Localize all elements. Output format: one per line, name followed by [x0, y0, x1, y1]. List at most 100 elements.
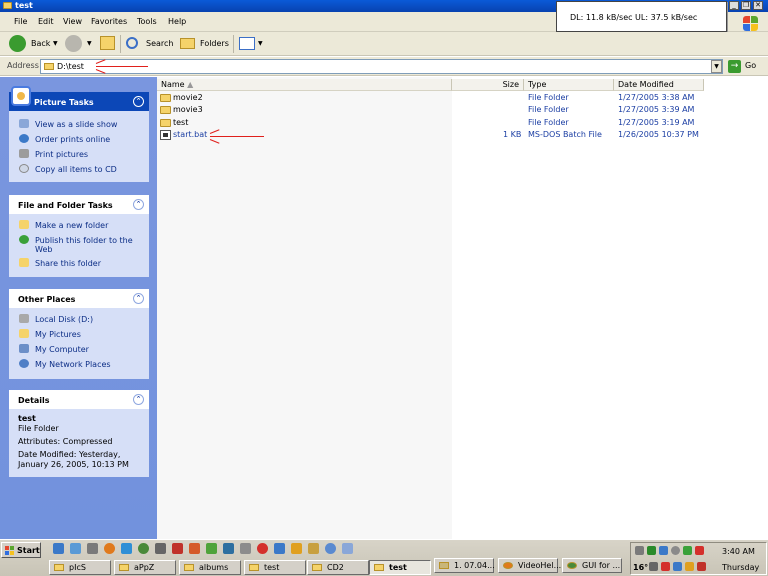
quicklaunch-icon[interactable]: [240, 543, 251, 554]
taskbar-button[interactable]: GUI for ...: [562, 558, 622, 573]
tray-icon[interactable]: [661, 562, 670, 571]
quicklaunch-icon[interactable]: [172, 543, 183, 554]
quicklaunch-icon[interactable]: [291, 543, 302, 554]
other-places-header[interactable]: Other Places ⌃: [9, 289, 149, 308]
file-list[interactable]: Name ▲ Size Type Date Modified movie2 Fi…: [157, 77, 768, 539]
annotation-arrow: [96, 66, 148, 67]
back-button[interactable]: Back ▼: [9, 35, 61, 53]
disk-icon: [19, 314, 29, 323]
my-pictures-link[interactable]: My Pictures: [19, 329, 81, 339]
minimize-button[interactable]: _: [729, 1, 739, 10]
quicklaunch-icon[interactable]: [206, 543, 217, 554]
tray-icon[interactable]: [673, 562, 682, 571]
other-places-panel: Other Places ⌃ Local Disk (D:) My Pictur…: [9, 289, 149, 379]
folder-icon: [160, 119, 171, 127]
quicklaunch-icon[interactable]: [155, 543, 166, 554]
publish-folder-link-cont[interactable]: Web: [35, 245, 52, 254]
details-attributes: Attributes: Compressed: [18, 437, 113, 446]
quicklaunch-icon[interactable]: [325, 543, 336, 554]
menu-view[interactable]: View: [63, 17, 82, 26]
column-type[interactable]: Type: [524, 79, 614, 91]
taskbar-button[interactable]: albums: [179, 560, 241, 575]
column-name[interactable]: Name ▲: [157, 79, 452, 91]
my-network-places-link[interactable]: My Network Places: [19, 359, 111, 369]
quicklaunch-icon[interactable]: [223, 543, 234, 554]
quicklaunch-icon[interactable]: [189, 543, 200, 554]
taskbar-button[interactable]: aPpZ: [114, 560, 176, 575]
file-row[interactable]: test File Folder 1/27/2005 3:19 AM: [157, 117, 768, 129]
taskbar-button[interactable]: test: [244, 560, 306, 575]
address-label: Address: [7, 61, 39, 70]
tray-icon[interactable]: [697, 562, 706, 571]
address-dropdown-button[interactable]: ▼: [711, 60, 722, 73]
quicklaunch-icon[interactable]: [53, 543, 64, 554]
taskbar: Start 1. 07.04... VideoHel... GUI for ..…: [0, 539, 768, 576]
tray-icon[interactable]: [635, 546, 644, 555]
my-computer-link[interactable]: My Computer: [19, 344, 89, 354]
clock[interactable]: 3:40 AM: [722, 547, 755, 556]
tray-icon[interactable]: [659, 546, 668, 555]
quicklaunch-icon[interactable]: [257, 543, 268, 554]
print-pictures-link[interactable]: Print pictures: [19, 149, 88, 159]
tray-icon[interactable]: [647, 546, 656, 555]
publish-folder-link[interactable]: Publish this folder to the: [19, 235, 133, 245]
folders-button[interactable]: Folders: [180, 35, 230, 53]
forward-button[interactable]: ▼: [65, 35, 95, 53]
order-prints-link[interactable]: Order prints online: [19, 134, 110, 144]
taskbar-button[interactable]: CD2: [307, 560, 369, 575]
speed-text: DL: 11.8 kB/sec UL: 37.5 kB/sec: [570, 13, 698, 22]
quicklaunch-icon[interactable]: [70, 543, 81, 554]
quicklaunch-icon[interactable]: [104, 543, 115, 554]
taskbar-button-active[interactable]: test: [369, 560, 431, 575]
taskbar-button[interactable]: pIcS: [49, 560, 111, 575]
folder-icon: [3, 2, 12, 9]
folder-icon: [160, 94, 171, 102]
tray-icon[interactable]: [695, 546, 704, 555]
collapse-icon[interactable]: ⌃: [133, 199, 144, 210]
maximize-button[interactable]: ❐: [741, 1, 751, 10]
up-button[interactable]: [99, 35, 117, 53]
collapse-icon[interactable]: ⌃: [133, 394, 144, 405]
quicklaunch-icon[interactable]: [138, 543, 149, 554]
annotation-arrow: [210, 136, 264, 137]
close-button[interactable]: ✕: [753, 1, 763, 10]
tray-icon[interactable]: [671, 546, 680, 555]
views-button[interactable]: ▼: [239, 35, 266, 53]
details-header[interactable]: Details ⌃: [9, 390, 149, 409]
taskbar-button[interactable]: VideoHel...: [498, 558, 561, 573]
column-date[interactable]: Date Modified: [614, 79, 704, 91]
tray-icon[interactable]: [685, 562, 694, 571]
tray-icon[interactable]: [649, 562, 658, 571]
windows-logo-icon: [740, 14, 760, 32]
details-date-line1: Date Modified: Yesterday,: [18, 450, 121, 459]
menu-tools[interactable]: Tools: [137, 17, 157, 26]
picture-tasks-header[interactable]: Picture Tasks ⌃: [9, 86, 149, 111]
tray-icon[interactable]: [683, 546, 692, 555]
file-row[interactable]: movie2 File Folder 1/27/2005 3:38 AM: [157, 92, 768, 104]
search-button[interactable]: Search: [125, 35, 175, 53]
local-disk-link[interactable]: Local Disk (D:): [19, 314, 93, 324]
menu-file[interactable]: File: [14, 17, 27, 26]
menu-favorites[interactable]: Favorites: [91, 17, 127, 26]
quicklaunch-icon[interactable]: [121, 543, 132, 554]
quicklaunch-icon[interactable]: [87, 543, 98, 554]
collapse-icon[interactable]: ⌃: [133, 293, 144, 304]
quicklaunch-icon[interactable]: [308, 543, 319, 554]
copy-to-cd-link[interactable]: Copy all items to CD: [19, 164, 117, 174]
make-new-folder-link[interactable]: Make a new folder: [19, 220, 108, 230]
file-folder-tasks-header[interactable]: File and Folder Tasks ⌃: [9, 195, 149, 214]
taskbar-button[interactable]: 1. 07.04...: [434, 558, 495, 573]
view-slideshow-link[interactable]: View as a slide show: [19, 119, 117, 129]
share-folder-link[interactable]: Share this folder: [19, 258, 101, 268]
menu-edit[interactable]: Edit: [38, 17, 54, 26]
quicklaunch-icon[interactable]: [342, 543, 353, 554]
column-size[interactable]: Size: [452, 79, 524, 91]
menu-help[interactable]: Help: [168, 17, 186, 26]
globe-icon: [19, 134, 29, 143]
quicklaunch-icon[interactable]: [274, 543, 285, 554]
collapse-icon[interactable]: ⌃: [133, 96, 144, 107]
start-button[interactable]: Start: [1, 542, 41, 558]
go-button[interactable]: → Go: [728, 59, 762, 74]
file-row[interactable]: movie3 File Folder 1/27/2005 3:39 AM: [157, 104, 768, 116]
file-row[interactable]: start.bat 1 KB MS-DOS Batch File 1/26/20…: [157, 129, 768, 141]
